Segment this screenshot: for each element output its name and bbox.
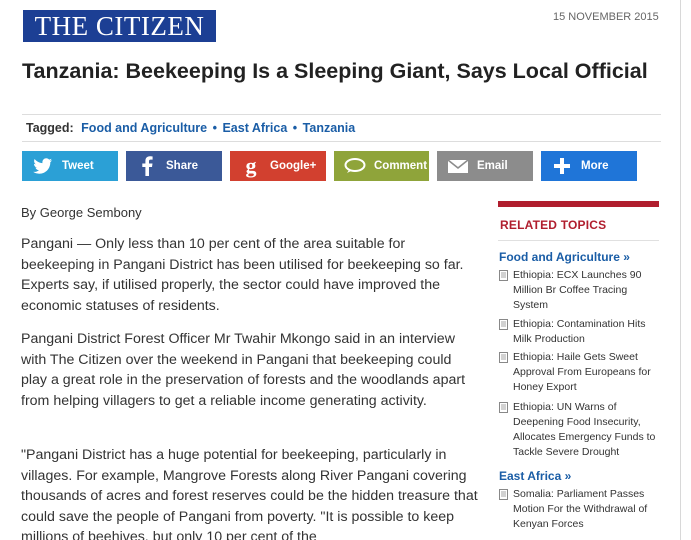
- document-icon: [499, 489, 508, 500]
- divider: [22, 141, 661, 142]
- google-plus-icon: g: [245, 153, 257, 178]
- related-item[interactable]: Somalia: Parliament Passes Motion For th…: [499, 487, 659, 532]
- facebook-icon: [132, 156, 162, 176]
- more-label: More: [581, 160, 609, 172]
- document-icon: [499, 402, 508, 413]
- divider: [22, 114, 661, 115]
- google-plus-label: Google+: [270, 160, 317, 172]
- share-label: Share: [166, 160, 198, 172]
- related-item-title: Ethiopia: Contamination Hits Milk Produc…: [513, 318, 646, 345]
- tag-link-east-africa[interactable]: East Africa: [222, 121, 287, 135]
- google-plus-button[interactable]: g Google+: [230, 151, 326, 181]
- page-border: [680, 0, 681, 540]
- related-category-east-africa[interactable]: East Africa »: [499, 469, 571, 483]
- publish-date: 15 NOVEMBER 2015: [553, 11, 659, 23]
- site-logo[interactable]: THE CITIZEN: [23, 10, 216, 42]
- comment-button[interactable]: Comment: [334, 151, 429, 181]
- comment-icon: [340, 158, 370, 174]
- related-item[interactable]: Ethiopia: Haile Gets Sweet Approval From…: [499, 350, 659, 395]
- related-item-title: Ethiopia: ECX Launches 90 Million Br Cof…: [513, 269, 642, 311]
- email-label: Email: [477, 160, 508, 172]
- email-button[interactable]: Email: [437, 151, 533, 181]
- related-item-title: Ethiopia: UN Warns of Deepening Food Ins…: [513, 401, 656, 458]
- twitter-icon: [28, 158, 58, 174]
- article-paragraph: Pangani District Forest Officer Mr Twahi…: [21, 331, 466, 409]
- related-category-food-agriculture[interactable]: Food and Agriculture »: [499, 250, 630, 264]
- related-item[interactable]: Ethiopia: ECX Launches 90 Million Br Cof…: [499, 268, 659, 313]
- divider: [498, 240, 659, 241]
- related-topics-heading: RELATED TOPICS: [500, 218, 607, 232]
- comment-label: Comment: [374, 160, 428, 172]
- tweet-button[interactable]: Tweet: [22, 151, 118, 181]
- related-item[interactable]: Ethiopia: Contamination Hits Milk Produc…: [499, 317, 659, 347]
- byline: By George Sembony: [21, 205, 142, 220]
- more-button[interactable]: More: [541, 151, 637, 181]
- email-icon: [443, 158, 473, 174]
- tag-separator: •: [212, 121, 217, 135]
- tagged-label: Tagged:: [26, 121, 74, 135]
- document-icon: [499, 270, 508, 281]
- tag-link-food-agriculture[interactable]: Food and Agriculture: [81, 121, 207, 135]
- article-title: Tanzania: Beekeeping Is a Sleeping Giant…: [22, 59, 648, 83]
- sidebar-accent-bar: [498, 201, 659, 207]
- related-item-title: Ethiopia: Haile Gets Sweet Approval From…: [513, 351, 651, 393]
- tag-separator: •: [292, 121, 298, 135]
- article-page: THE CITIZEN 15 NOVEMBER 2015 Tanzania: B…: [0, 0, 691, 540]
- article-paragraph: "Pangani District has a huge potential f…: [21, 447, 478, 540]
- tag-list: Tagged: Food and Agriculture • East Afri…: [26, 121, 355, 135]
- plus-icon: [547, 158, 577, 174]
- related-item-title: Somalia: Parliament Passes Motion For th…: [513, 488, 648, 530]
- document-icon: [499, 319, 508, 330]
- tweet-label: Tweet: [62, 160, 94, 172]
- tag-link-tanzania[interactable]: Tanzania: [303, 121, 356, 135]
- facebook-share-button[interactable]: Share: [126, 151, 222, 181]
- related-item[interactable]: Ethiopia: UN Warns of Deepening Food Ins…: [499, 400, 659, 460]
- article-paragraph: Pangani — Only less than 10 per cent of …: [21, 236, 464, 314]
- document-icon: [499, 352, 508, 363]
